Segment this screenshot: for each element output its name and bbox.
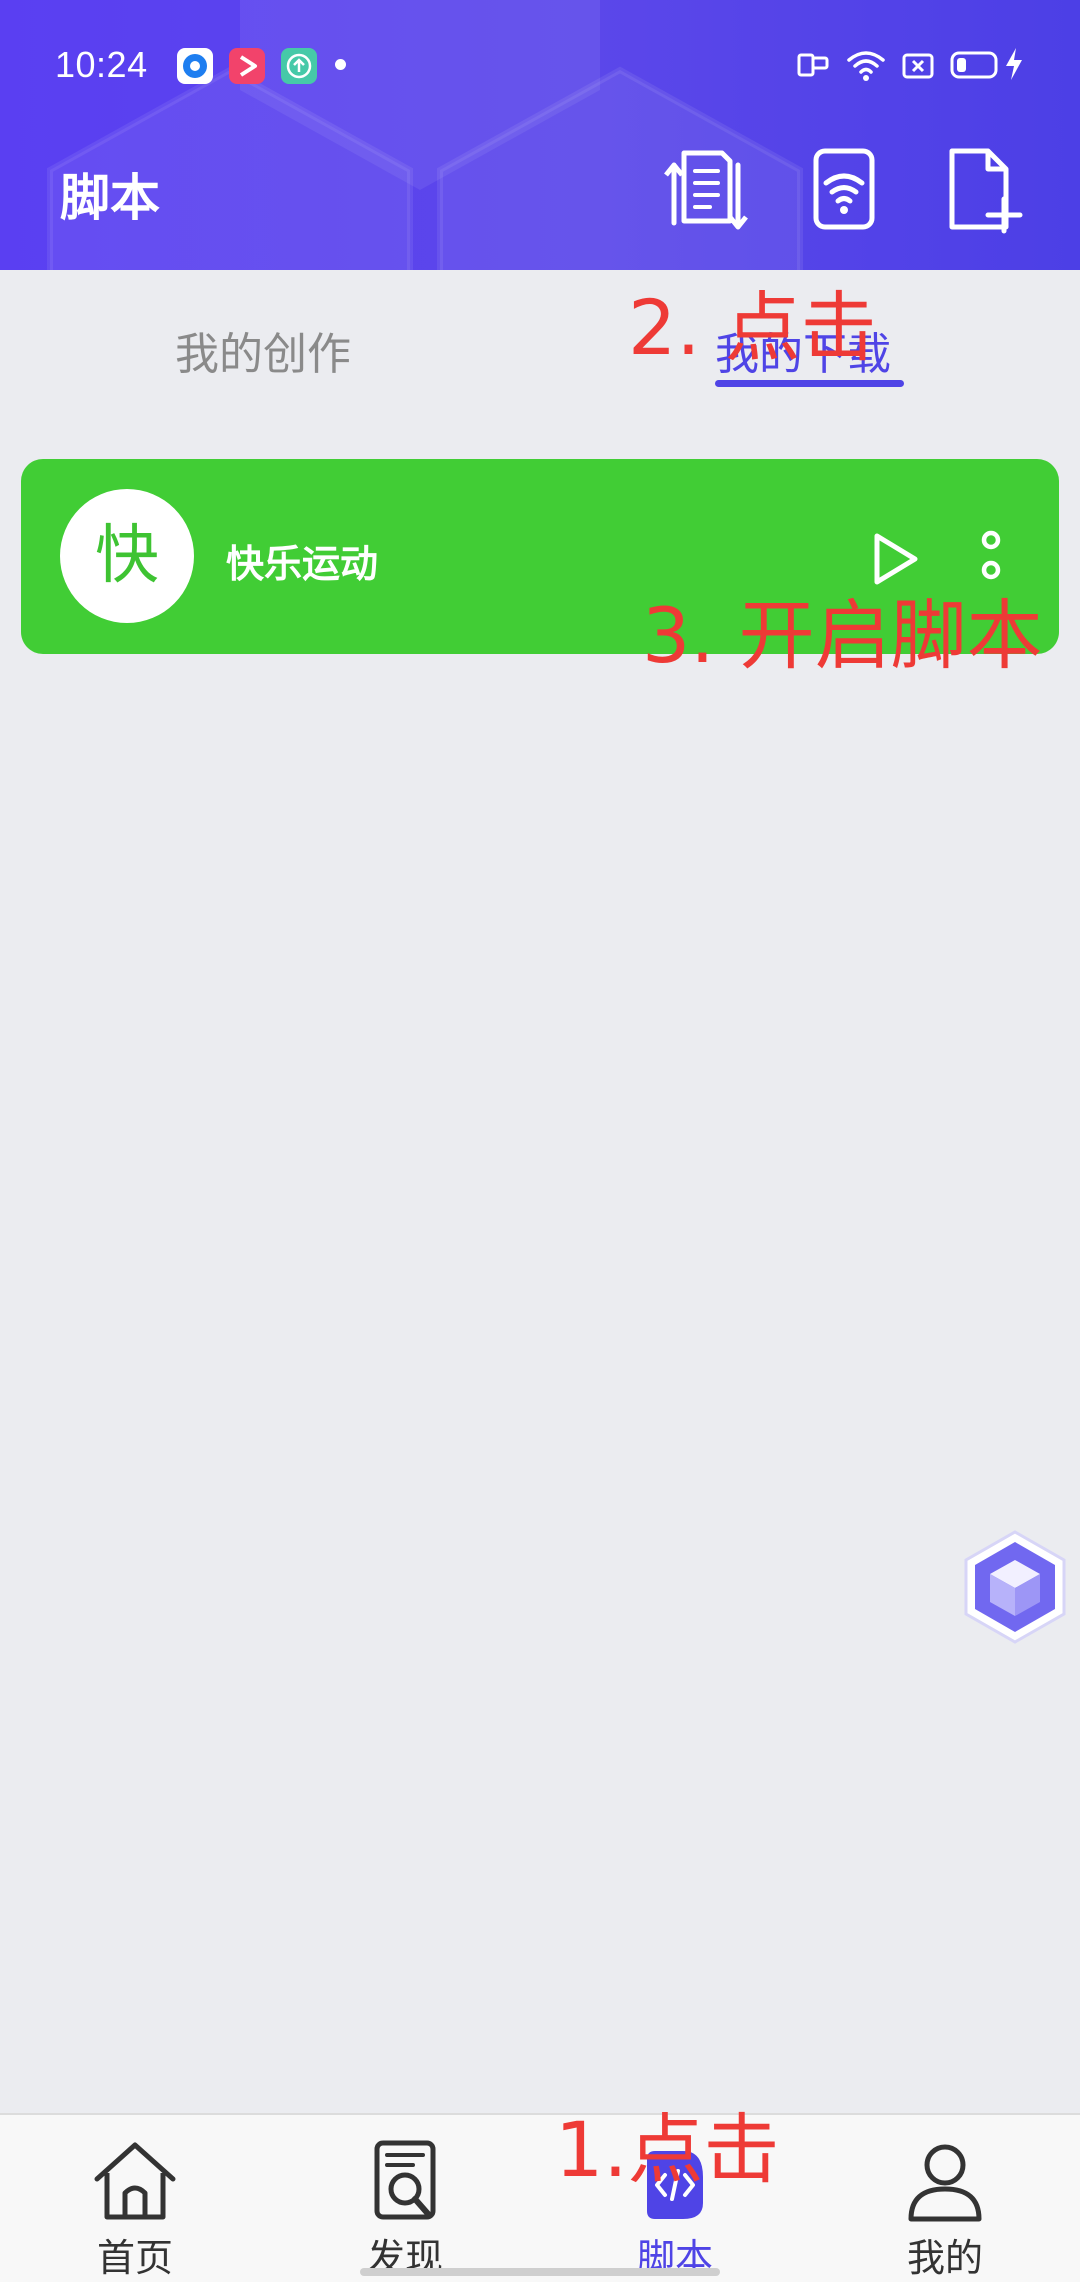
bottom-nav: 首页 发现 脚本 我的 <box>0 2113 1080 2282</box>
more-options-icon[interactable] <box>956 521 1026 591</box>
profile-icon <box>908 2144 982 2222</box>
battery-icon <box>950 51 998 79</box>
annotation-step-2: 2. 点击 <box>628 283 877 372</box>
tab-my-creations[interactable]: 我的创作 <box>175 318 351 382</box>
teal-upload-app-icon <box>281 48 317 84</box>
active-tab-indicator <box>715 380 904 387</box>
script-avatar: 快 <box>60 489 194 623</box>
nav-item-profile[interactable]: 我的 <box>810 2115 1080 2282</box>
sort-list-icon[interactable] <box>660 145 750 235</box>
blue-target-app-icon <box>177 48 213 84</box>
page-title: 脚本 <box>60 169 160 227</box>
home-indicator <box>360 2268 720 2276</box>
notification-dot <box>335 59 346 70</box>
wifi-icon <box>847 51 885 81</box>
nav-item-discover[interactable]: 发现 <box>270 2115 540 2282</box>
floating-cube-button[interactable] <box>960 1528 1070 1644</box>
annotation-step-3: 3. 开启脚本 <box>642 591 1043 680</box>
annotation-step-1: 1.点击 <box>555 2105 780 2194</box>
red-play-app-icon <box>229 48 265 84</box>
wifi-transfer-icon[interactable] <box>798 145 888 235</box>
charging-icon <box>1006 48 1022 80</box>
screen-cast-icon <box>797 53 829 77</box>
app-header: 10:24 脚本 <box>0 0 1080 270</box>
status-time: 10:24 <box>55 44 148 85</box>
script-name: 快乐运动 <box>226 542 379 586</box>
discover-icon <box>374 2140 436 2220</box>
play-icon[interactable] <box>859 524 929 594</box>
sim-card-icon <box>902 53 934 79</box>
home-icon <box>94 2142 176 2220</box>
status-bar: 10:24 <box>0 0 1080 130</box>
nav-item-home[interactable]: 首页 <box>0 2115 270 2282</box>
nav-label-profile: 我的 <box>906 2236 983 2280</box>
new-file-icon[interactable] <box>938 145 1028 235</box>
nav-label-home: 首页 <box>96 2236 173 2280</box>
